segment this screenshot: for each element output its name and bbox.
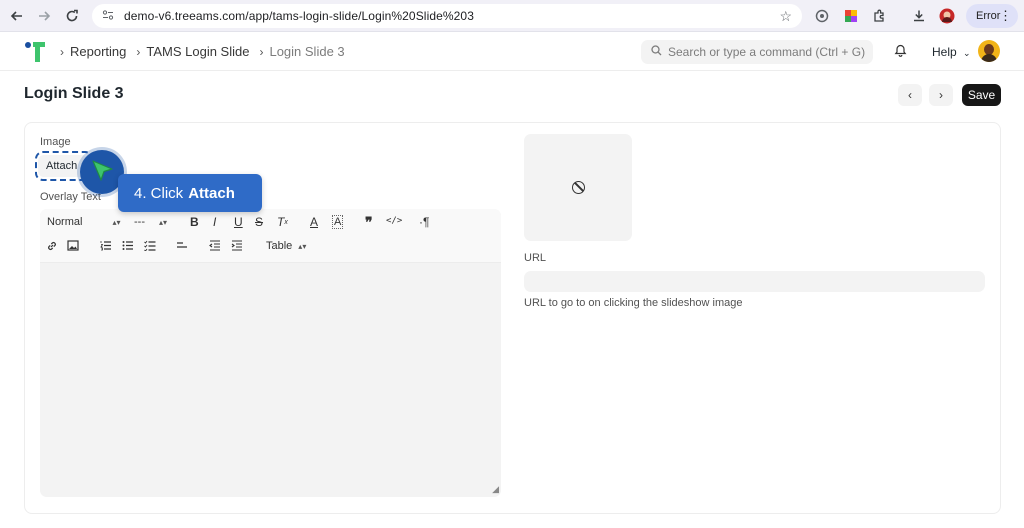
bell-icon[interactable]	[894, 43, 907, 60]
text-color-icon[interactable]: A	[310, 215, 318, 229]
chevron-right-icon: ›	[939, 88, 943, 102]
table-select-value: Table	[266, 240, 293, 252]
strikethrough-icon[interactable]: S	[255, 215, 263, 229]
blockquote-icon[interactable]: ❞	[365, 214, 373, 231]
size-select-value: ---	[134, 216, 145, 228]
next-record-button[interactable]: ›	[929, 84, 953, 106]
previous-record-button[interactable]: ‹	[898, 84, 922, 106]
editor-toolbar: Normal ▴▾ --- ▴▾ B I U S Tx A A ❞ </> ·¶	[40, 209, 501, 263]
chat-extension-icon[interactable]	[812, 6, 832, 26]
save-button[interactable]: Save	[962, 84, 1001, 106]
tooltip-step-text: 4. Click	[134, 184, 184, 202]
format-select[interactable]: Normal ▴▾	[47, 216, 120, 228]
menu-dots-icon[interactable]: ⋮	[999, 8, 1012, 24]
chevron-down-icon: ⌄	[963, 48, 971, 58]
browser-toolbar: demo-v6.treeams.com/app/tams-login-slide…	[0, 0, 1024, 32]
user-avatar[interactable]	[978, 40, 1000, 62]
checklist-icon[interactable]	[144, 240, 156, 251]
search-input[interactable]	[668, 45, 868, 59]
profile-status-label: Error	[976, 10, 1001, 22]
ordered-list-icon[interactable]	[100, 240, 112, 251]
image-insert-icon[interactable]	[67, 240, 79, 251]
url-help-text: URL to go to on clicking the slideshow i…	[524, 297, 743, 309]
back-icon[interactable]	[6, 5, 28, 27]
format-select-value: Normal	[47, 216, 83, 228]
tutorial-tooltip: 4. Click Attach	[118, 174, 262, 212]
bold-icon[interactable]: B	[190, 215, 199, 229]
breadcrumb-current: Login Slide 3	[269, 44, 345, 59]
underline-icon[interactable]: U	[234, 215, 243, 229]
breadcrumb: › Reporting › TAMS Login Slide › Login S…	[60, 44, 355, 59]
background-color-icon[interactable]: A	[332, 215, 344, 229]
search-icon	[651, 45, 662, 59]
profile-error-button[interactable]: Error ⋮	[966, 4, 1018, 28]
cursor-arrow-icon	[92, 160, 113, 181]
search-bar[interactable]	[641, 40, 873, 64]
clear-format-icon[interactable]: Tx	[277, 215, 288, 229]
editor-content-area[interactable]: ◢	[40, 263, 501, 497]
size-select[interactable]: --- ▴▾	[134, 216, 167, 228]
outdent-icon[interactable]	[209, 240, 221, 251]
overlay-text-label: Overlay Text	[40, 191, 101, 203]
resize-handle-icon[interactable]: ◢	[492, 484, 499, 495]
site-settings-icon[interactable]	[102, 9, 114, 24]
reload-icon[interactable]	[61, 5, 83, 27]
page-title: Login Slide 3	[24, 85, 124, 102]
text-direction-icon[interactable]: ·¶	[419, 215, 429, 229]
help-label: Help	[932, 45, 957, 59]
tooltip-target-text: Attach	[188, 184, 235, 202]
italic-icon[interactable]: I	[213, 215, 216, 229]
chevron-right-icon: ›	[60, 44, 64, 59]
link-icon[interactable]	[46, 240, 58, 252]
color-extension-icon[interactable]	[841, 6, 861, 26]
forward-icon[interactable]	[33, 5, 55, 27]
star-icon[interactable]: ☆	[779, 8, 792, 25]
select-arrows-icon: ▴▾	[112, 217, 121, 227]
url-field-label: URL	[524, 252, 547, 264]
bullet-list-icon[interactable]	[122, 240, 134, 251]
chevron-right-icon: ›	[259, 44, 264, 59]
chevron-right-icon: ›	[136, 44, 141, 59]
align-left-icon[interactable]	[176, 240, 188, 251]
profile-avatar-icon[interactable]	[937, 6, 957, 26]
table-select[interactable]: Table ▴▾	[266, 240, 306, 252]
overlay-text-editor[interactable]: Normal ▴▾ --- ▴▾ B I U S Tx A A ❞ </> ·¶	[40, 209, 501, 497]
download-icon[interactable]	[909, 6, 929, 26]
app-logo[interactable]	[24, 40, 48, 64]
url-input[interactable]	[524, 271, 985, 292]
image-field-label: Image	[40, 136, 71, 148]
help-dropdown[interactable]: Help ⌄	[932, 45, 971, 59]
no-image-icon	[571, 181, 585, 194]
url-text: demo-v6.treeams.com/app/tams-login-slide…	[124, 9, 474, 23]
breadcrumb-reporting[interactable]: Reporting	[70, 44, 126, 59]
select-arrows-icon: ▴▾	[159, 217, 168, 227]
breadcrumb-tams-login-slide[interactable]: TAMS Login Slide	[146, 44, 249, 59]
image-preview	[524, 134, 632, 241]
app-header: › Reporting › TAMS Login Slide › Login S…	[0, 33, 1024, 71]
select-arrows-icon: ▴▾	[298, 241, 307, 251]
chevron-left-icon: ‹	[908, 88, 912, 102]
address-bar[interactable]: demo-v6.treeams.com/app/tams-login-slide…	[92, 4, 802, 28]
extension-icon[interactable]	[869, 6, 889, 26]
indent-icon[interactable]	[231, 240, 243, 251]
code-block-icon[interactable]: </>	[386, 216, 402, 226]
